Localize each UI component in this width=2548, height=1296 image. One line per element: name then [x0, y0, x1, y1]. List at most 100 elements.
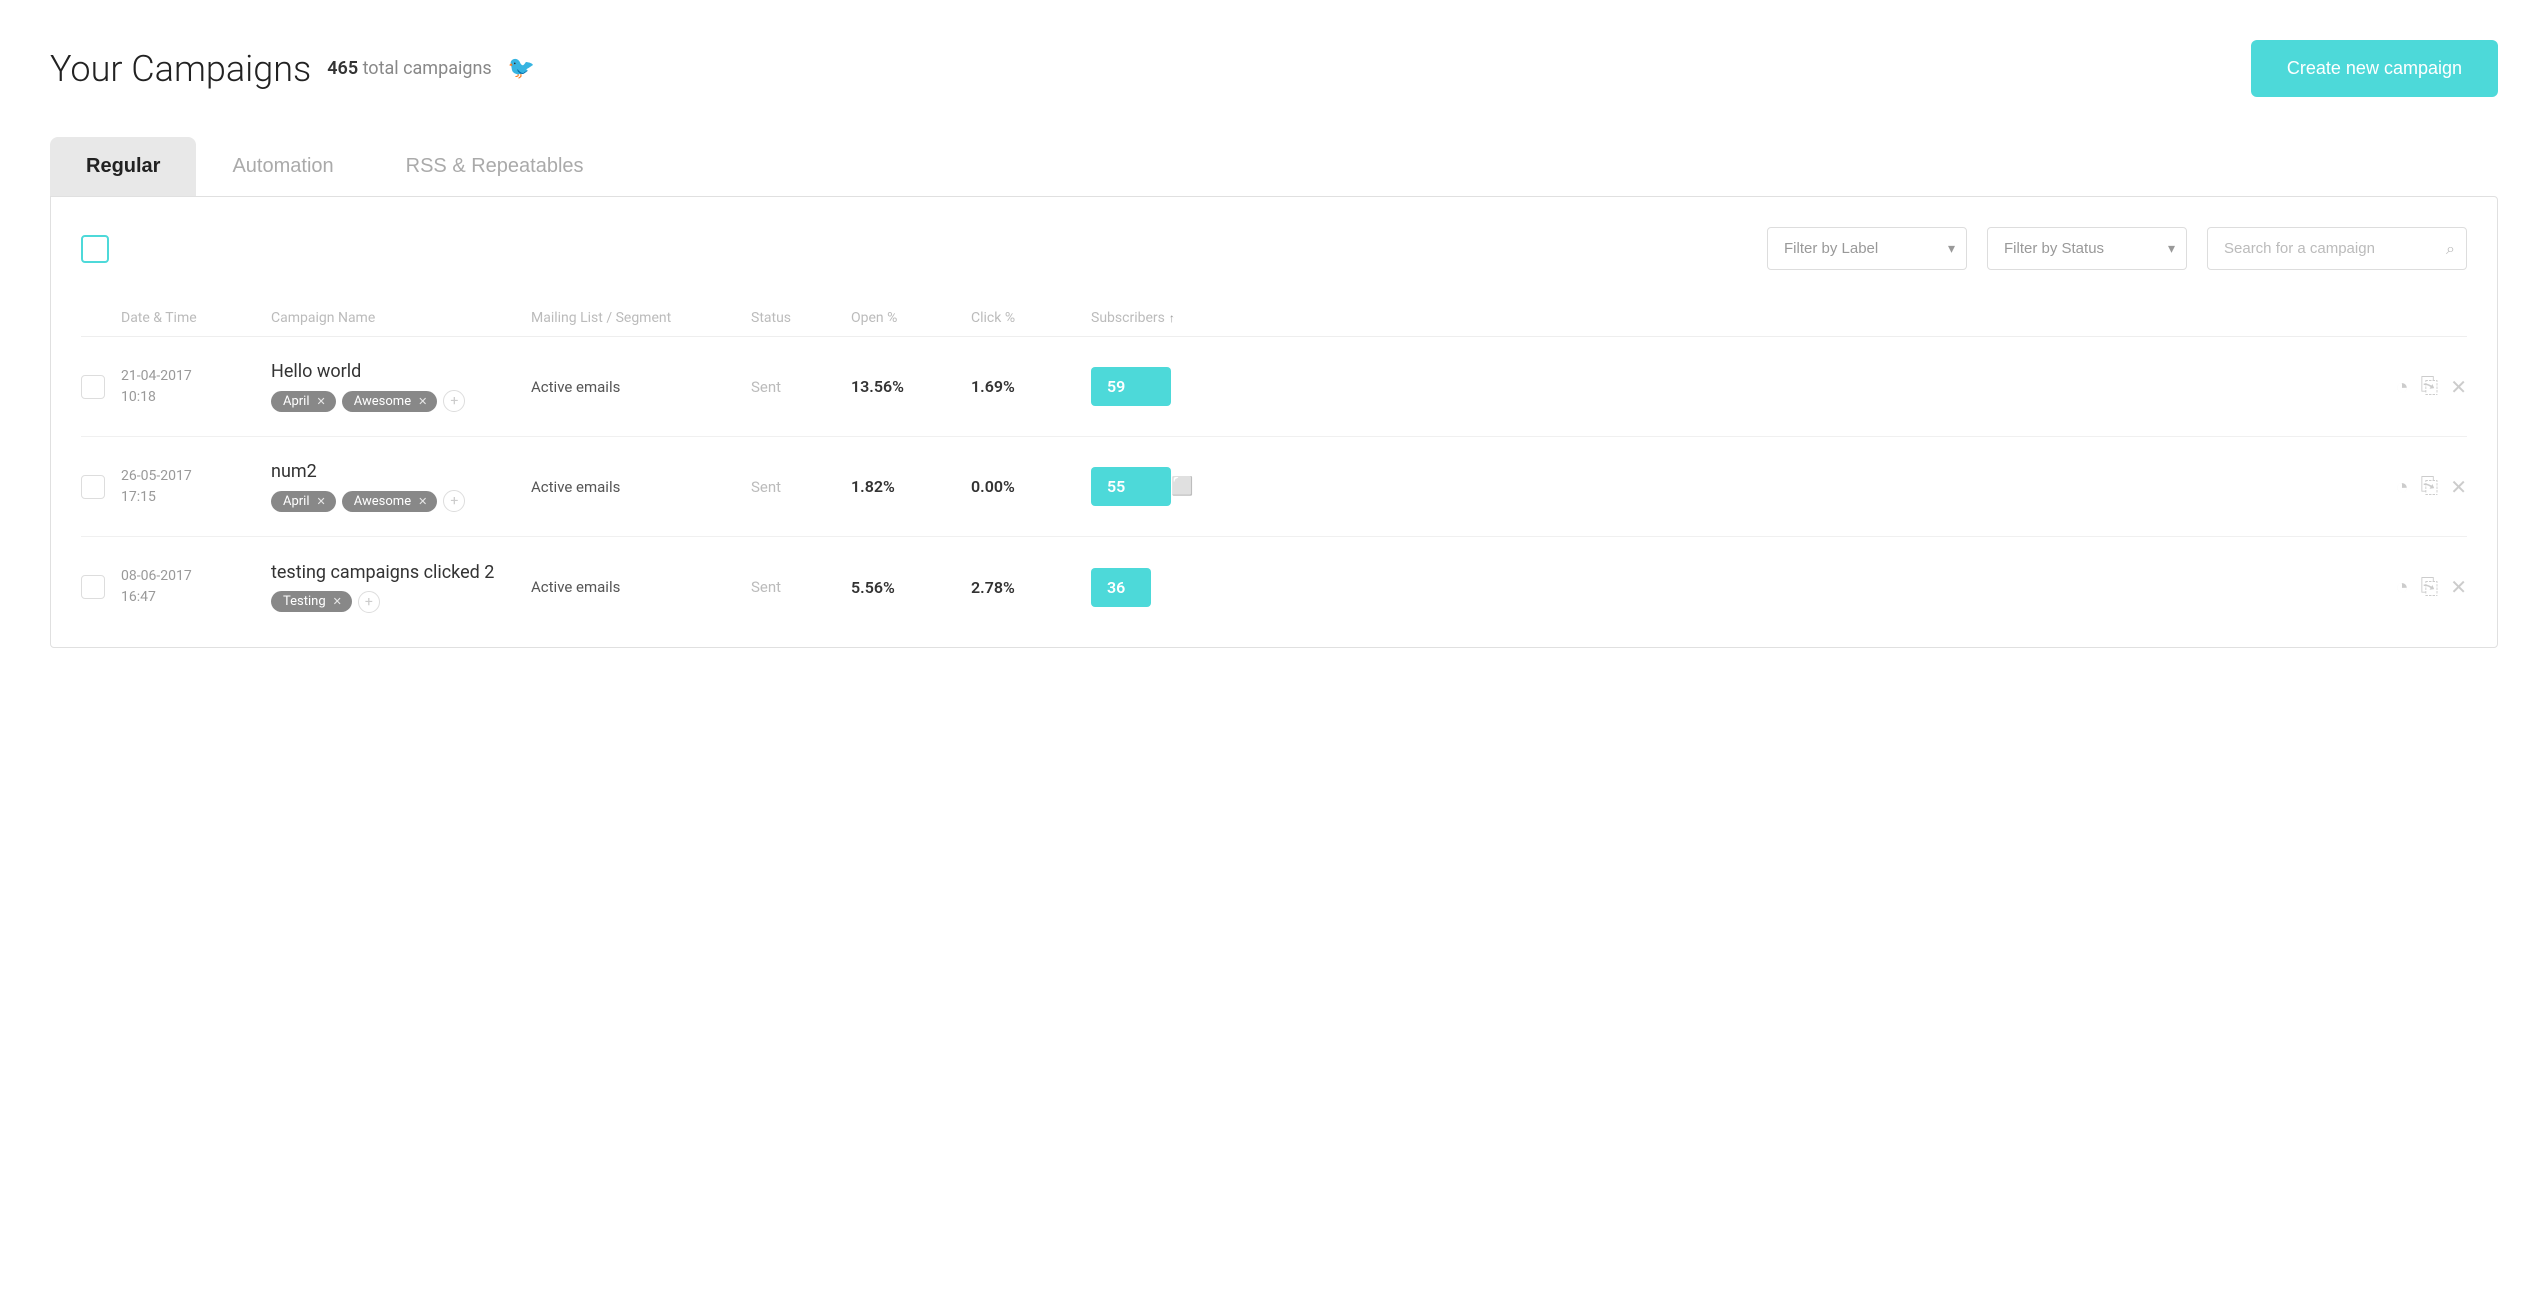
page-title: Your Campaigns — [50, 48, 311, 90]
table-body: 21-04-2017 10:18 Hello world April ✕ Awe… — [81, 337, 2467, 637]
row-3-click: 2.78% — [971, 578, 1091, 597]
filter-by-status[interactable]: Filter by Status — [1987, 227, 2187, 270]
sort-asc-icon: ↑ — [1169, 311, 1175, 325]
row-3-time: 16:47 — [121, 587, 271, 608]
row-2-subscribers: 55 ⬜ — [1091, 467, 2347, 506]
filter-by-label[interactable]: Filter by Label — [1767, 227, 1967, 270]
row-1-date: 21-04-2017 — [121, 366, 271, 387]
row-3-copy-icon[interactable]: ⎘ — [2421, 575, 2439, 600]
row-2-subscribers-bar: 55 — [1091, 467, 1171, 506]
row-3-subscribers-bar: 36 — [1091, 568, 1151, 607]
row-1-actions: ◔ ⎘ ✕ — [2347, 374, 2467, 400]
tag-april: April ✕ — [271, 391, 336, 412]
campaign-count-label: total campaigns — [363, 58, 492, 79]
tag-testing-remove[interactable]: ✕ — [333, 595, 342, 608]
search-icon: ⌕ — [2446, 239, 2455, 259]
col-subscribers[interactable]: Subscribers ↑ — [1091, 310, 2347, 326]
row-1-mailing: Active emails — [531, 378, 751, 396]
col-date: Date & Time — [121, 310, 271, 326]
row-2-open: 1.82% — [851, 477, 971, 496]
campaign-count: 465 total campaigns — [327, 58, 491, 79]
row-1-subscribers-bar: 59 — [1091, 367, 1171, 406]
create-campaign-button[interactable]: Create new campaign — [2251, 40, 2498, 97]
row-3-campaign-name: testing campaigns clicked 2 — [271, 562, 521, 583]
row-1-click: 1.69% — [971, 377, 1091, 396]
page-wrapper: Your Campaigns 465 total campaigns 🐦 Cre… — [0, 0, 2548, 1296]
tag-awesome-2-remove[interactable]: ✕ — [418, 495, 427, 508]
row-2-mailing: Active emails — [531, 478, 751, 496]
row-2-tags: April ✕ Awesome ✕ + — [271, 490, 521, 512]
row-1-checkbox[interactable] — [81, 375, 105, 399]
col-subscribers-label: Subscribers — [1091, 310, 1165, 326]
tag-april-remove[interactable]: ✕ — [317, 395, 326, 408]
col-mailing: Mailing List / Segment — [531, 310, 751, 326]
table-row: 08-06-2017 16:47 testing campaigns click… — [81, 537, 2467, 637]
row-1-time: 10:18 — [121, 387, 271, 408]
row-1-datetime: 21-04-2017 10:18 — [121, 366, 271, 408]
row-3-open: 5.56% — [851, 578, 971, 597]
row-3-add-tag[interactable]: + — [358, 591, 380, 613]
row-2-name-cell: num2 April ✕ Awesome ✕ + — [271, 461, 531, 512]
header-left: Your Campaigns 465 total campaigns 🐦 — [50, 48, 535, 90]
row-1-name-cell: Hello world April ✕ Awesome ✕ + — [271, 361, 531, 412]
table-header: Date & Time Campaign Name Mailing List /… — [81, 300, 2467, 337]
row-2-datetime: 26-05-2017 17:15 — [121, 466, 271, 508]
row-2-report-icon[interactable]: ◔ — [2395, 474, 2408, 500]
search-input[interactable] — [2207, 227, 2467, 270]
row-3-subscribers: 36 — [1091, 568, 2347, 607]
row-2-date: 26-05-2017 — [121, 466, 271, 487]
row-2-campaign-name: num2 — [271, 461, 521, 482]
row-2-checkbox[interactable] — [81, 475, 105, 499]
tag-awesome-2: Awesome ✕ — [342, 491, 438, 512]
row-2-click: 0.00% — [971, 477, 1091, 496]
select-all-checkbox[interactable] — [81, 235, 109, 263]
tab-regular[interactable]: Regular — [50, 137, 196, 196]
row-3-delete-icon[interactable]: ✕ — [2450, 575, 2467, 599]
row-1-copy-icon[interactable]: ⎘ — [2421, 374, 2439, 399]
search-wrapper: ⌕ — [2207, 227, 2467, 270]
table-row: 21-04-2017 10:18 Hello world April ✕ Awe… — [81, 337, 2467, 437]
filter-label-wrapper: Filter by Label — [1767, 227, 1967, 270]
row-3-date: 08-06-2017 — [121, 566, 271, 587]
row-3-tags: Testing ✕ + — [271, 591, 521, 613]
tag-awesome: Awesome ✕ — [342, 391, 438, 412]
row-2-delete-icon[interactable]: ✕ — [2450, 475, 2467, 499]
row-3-checkbox[interactable] — [81, 575, 105, 599]
row-2-copy-icon[interactable]: ⎘ — [2421, 474, 2439, 499]
table-row: 26-05-2017 17:15 num2 April ✕ Awesome ✕ … — [81, 437, 2467, 537]
tag-april-2: April ✕ — [271, 491, 336, 512]
tabs-container: Regular Automation RSS & Repeatables — [50, 137, 2498, 196]
row-3-datetime: 08-06-2017 16:47 — [121, 566, 271, 608]
row-3-mailing: Active emails — [531, 578, 751, 596]
filters-row: Filter by Label Filter by Status ⌕ — [81, 227, 2467, 270]
tag-testing: Testing ✕ — [271, 591, 352, 612]
page-header: Your Campaigns 465 total campaigns 🐦 Cre… — [50, 40, 2498, 97]
row-3-report-icon[interactable]: ◔ — [2395, 574, 2408, 600]
filter-bird-icon: 🐦 — [508, 56, 535, 81]
row-1-subscribers: 59 — [1091, 367, 2347, 406]
row-2-time: 17:15 — [121, 487, 271, 508]
filter-status-wrapper: Filter by Status — [1987, 227, 2187, 270]
row-1-status: Sent — [751, 378, 851, 396]
row-1-campaign-name: Hello world — [271, 361, 521, 382]
col-open: Open % — [851, 310, 971, 326]
row-2-add-tag[interactable]: + — [443, 490, 465, 512]
row-1-tags: April ✕ Awesome ✕ + — [271, 390, 521, 412]
tag-april-2-remove[interactable]: ✕ — [317, 495, 326, 508]
tab-automation[interactable]: Automation — [196, 137, 369, 196]
row-1-report-icon[interactable]: ◔ — [2395, 374, 2408, 400]
row-2-status: Sent — [751, 478, 851, 496]
tag-awesome-remove[interactable]: ✕ — [418, 395, 427, 408]
col-click: Click % — [971, 310, 1091, 326]
col-status: Status — [751, 310, 851, 326]
row-3-status: Sent — [751, 578, 851, 596]
col-name: Campaign Name — [271, 310, 531, 326]
cursor: ⬜ — [1171, 476, 1193, 497]
row-3-actions: ◔ ⎘ ✕ — [2347, 574, 2467, 600]
row-1-delete-icon[interactable]: ✕ — [2450, 375, 2467, 399]
row-1-open: 13.56% — [851, 377, 971, 396]
row-2-actions: ◔ ⎘ ✕ — [2347, 474, 2467, 500]
tab-rss[interactable]: RSS & Repeatables — [370, 137, 620, 196]
row-1-add-tag[interactable]: + — [443, 390, 465, 412]
row-3-name-cell: testing campaigns clicked 2 Testing ✕ + — [271, 562, 531, 613]
